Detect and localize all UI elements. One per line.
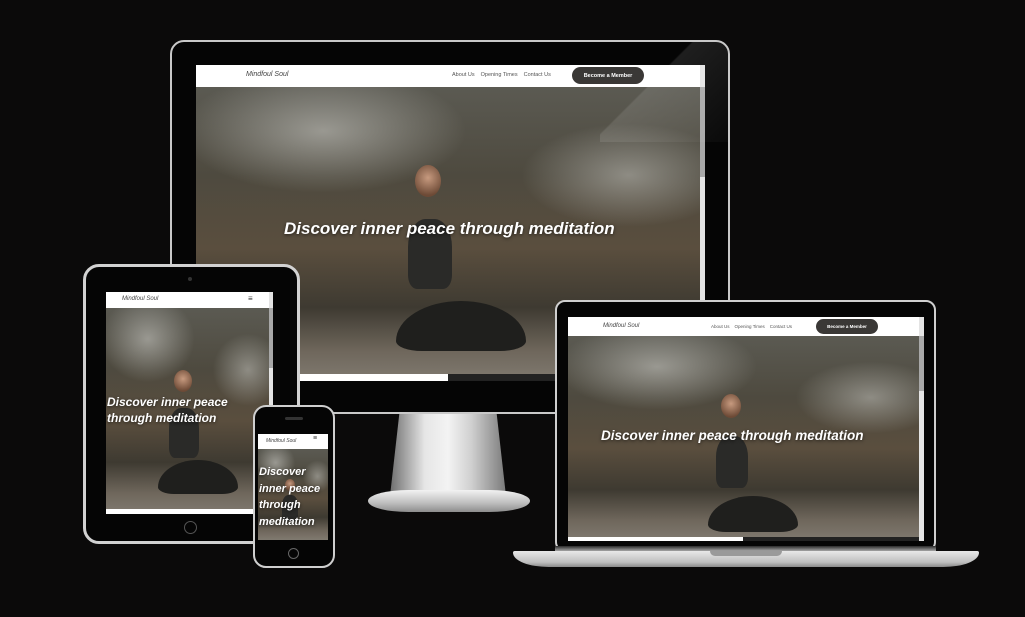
laptop-scrollbar[interactable] [919, 317, 924, 541]
hero-section: Discover inner peace through meditation [258, 449, 328, 540]
meditating-woman-legs [708, 496, 798, 532]
meditating-woman-head [174, 370, 192, 392]
hero-title: Discover inner peace through meditation [107, 395, 228, 425]
tablet-scrollbar-thumb[interactable] [269, 308, 273, 368]
navbar: Mindfoul Soul About Us Opening Times Con… [568, 317, 924, 336]
monitor-stand [390, 414, 506, 496]
become-member-button[interactable]: Become a Member [816, 319, 878, 334]
tablet-camera [188, 277, 192, 281]
nav-link-contact-us[interactable]: Contact Us [524, 72, 551, 78]
meditating-woman-legs [396, 301, 526, 351]
nav-links: About Us Opening Times Contact Us [452, 72, 551, 78]
laptop-screen: Mindfoul Soul About Us Opening Times Con… [568, 317, 924, 541]
nav-links: About Us Opening Times Contact Us [711, 324, 792, 329]
tablet-screen: Mindfoul Soul ≡ Discover inner peace thr… [106, 292, 273, 514]
hamburger-menu-icon[interactable]: ≡ [248, 294, 253, 303]
meditating-woman-head [415, 165, 441, 197]
meditating-woman-legs [158, 460, 238, 494]
navbar: Mindfoul Soul ≡ [106, 292, 273, 308]
hero-bottom-strip [106, 509, 273, 514]
monitor-stand-base [368, 490, 530, 512]
hero-title: Discover inner peace through meditation [259, 466, 321, 528]
laptop-scrollbar-thumb[interactable] [919, 336, 924, 391]
phone-speaker [285, 417, 303, 420]
phone-screen: Mindfoul Soul ≡ Discover inner peace thr… [258, 434, 328, 540]
nav-link-about-us[interactable]: About Us [711, 324, 730, 329]
phone-home-button[interactable] [288, 548, 299, 559]
nav-link-contact-us[interactable]: Contact Us [770, 324, 792, 329]
brand-logo[interactable]: Mindfoul Soul [122, 296, 158, 302]
laptop-notch [710, 551, 782, 556]
hero-bottom-dark [743, 537, 924, 541]
nav-link-about-us[interactable]: About Us [452, 72, 475, 78]
meditating-woman-torso [716, 436, 748, 488]
hamburger-menu-icon[interactable]: ≡ [313, 435, 317, 442]
brand-logo[interactable]: Mindfoul Soul [266, 438, 296, 444]
hero-section: Discover inner peace through meditation [568, 336, 924, 541]
hero-section: Discover inner peace through meditation [106, 308, 273, 514]
brand-logo[interactable]: Mindfoul Soul [603, 323, 639, 329]
hero-title: Discover inner peace through meditation [284, 219, 615, 238]
tablet-home-button[interactable] [184, 521, 197, 534]
nav-link-opening-times[interactable]: Opening Times [481, 72, 518, 78]
hero-title: Discover inner peace through meditation [601, 428, 864, 443]
monitor-gloss [600, 42, 728, 142]
meditating-woman-head [721, 394, 741, 418]
nav-link-opening-times[interactable]: Opening Times [735, 324, 765, 329]
brand-logo[interactable]: Mindfoul Soul [246, 71, 288, 78]
navbar: Mindfoul Soul ≡ [258, 434, 328, 449]
